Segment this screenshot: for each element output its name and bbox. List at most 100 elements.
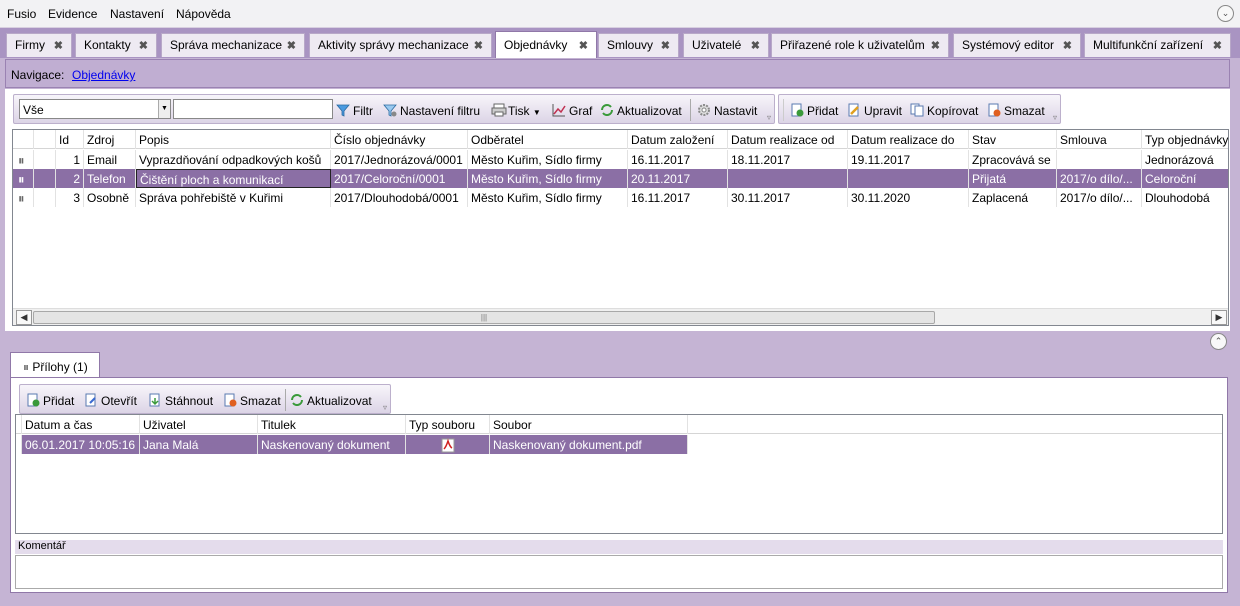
tab-aktivity-spravy-mechanizace[interactable]: Aktivity správy mechanizace ✖ <box>309 33 492 57</box>
header-datum-od[interactable]: Datum realizace od <box>728 130 848 149</box>
close-icon[interactable]: ✖ <box>751 39 760 52</box>
filter-select[interactable]: Vše ▼ <box>19 99 171 119</box>
edit-button[interactable]: Upravit <box>847 103 902 118</box>
header-datum-do[interactable]: Datum realizace do <box>848 130 969 149</box>
close-icon[interactable]: ✖ <box>931 39 940 52</box>
menu-nastaveni[interactable]: Nastavení <box>110 7 164 21</box>
toolbar-grip-icon[interactable]: ▿ <box>767 113 771 122</box>
header-id[interactable]: Id <box>56 130 84 149</box>
table-row[interactable]: ⏸ 3 Osobně Správa pohřebiště v Kuřimi 20… <box>13 188 1228 207</box>
add-document-icon <box>790 103 804 117</box>
attachment-download-button[interactable]: Stáhnout <box>148 393 213 408</box>
download-icon <box>148 393 162 407</box>
tab-label: Multifunkční zařízení <box>1093 38 1204 52</box>
copy-button[interactable]: Kopírovat <box>910 103 978 118</box>
chevron-down-icon[interactable]: ▼ <box>533 108 541 117</box>
scroll-right-icon[interactable]: ▶ <box>1211 310 1227 325</box>
tab-label: Uživatelé <box>692 38 742 52</box>
menu-fusio[interactable]: Fusio <box>7 7 36 21</box>
attachment-open-button[interactable]: Otevřít <box>84 393 137 408</box>
header-datum[interactable]: Datum a čas <box>22 415 140 434</box>
attachment-delete-button[interactable]: Smazat <box>223 393 281 408</box>
table-row-selected[interactable]: ⏸ 2 Telefon Čištění ploch a komunikací 2… <box>13 169 1228 188</box>
menu-evidence[interactable]: Evidence <box>48 7 97 21</box>
settings-label: Nastavit <box>714 104 758 118</box>
refresh-label: Aktualizovat <box>617 104 682 118</box>
chevron-down-icon[interactable]: ▼ <box>158 100 170 118</box>
tab-uzivatele[interactable]: Uživatelé ✖ <box>683 33 769 57</box>
attachment-add-button[interactable]: Přidat <box>26 393 74 408</box>
refresh-button[interactable]: Aktualizovat <box>600 103 682 118</box>
tab-label: Kontakty <box>84 38 131 52</box>
header-uzivatel[interactable]: Uživatel <box>140 415 258 434</box>
add-button[interactable]: Přidat <box>790 103 838 118</box>
header-titulek[interactable]: Titulek <box>258 415 406 434</box>
horizontal-scrollbar[interactable]: ◀ ||| ▶ <box>13 308 1228 325</box>
attachment-refresh-label: Aktualizovat <box>307 394 372 408</box>
scroll-thumb[interactable]: ||| <box>33 311 935 324</box>
header-zdroj[interactable]: Zdroj <box>84 130 136 149</box>
attachments-panel: Přidat Otevřít Stáhnout Smazat Aktualizo… <box>10 377 1228 593</box>
paperclip-icon: ⏸ <box>13 150 34 169</box>
header-smlouva[interactable]: Smlouva <box>1057 130 1142 149</box>
attachment-refresh-button[interactable]: Aktualizovat <box>290 393 372 408</box>
header-cislo[interactable]: Číslo objednávky <box>331 130 468 149</box>
tab-label: Firmy <box>15 38 45 52</box>
row-marker <box>34 169 56 188</box>
cell-odberatel: Město Kuřim, Sídlo firmy <box>468 169 628 188</box>
print-button[interactable]: Tisk ▼ <box>491 103 541 118</box>
funnel-icon <box>336 103 350 117</box>
header-typ-souboru[interactable]: Typ souboru <box>406 415 490 434</box>
tab-prirazene-role[interactable]: Přiřazené role k uživatelům ✖ <box>771 33 949 57</box>
tab-objednavky[interactable]: Objednávky ✖ <box>495 31 597 58</box>
scroll-left-icon[interactable]: ◀ <box>16 310 32 325</box>
close-icon[interactable]: ✖ <box>1063 39 1072 52</box>
header-stav[interactable]: Stav <box>969 130 1057 149</box>
filter-settings-button[interactable]: Nastavení filtru <box>383 103 480 118</box>
table-header: Id Zdroj Popis Číslo objednávky Odběrate… <box>13 130 1228 149</box>
tab-sprava-mechanizace[interactable]: Správa mechanizace ✖ <box>161 33 305 57</box>
header-soubor[interactable]: Soubor <box>490 415 688 434</box>
close-icon[interactable]: ✖ <box>661 39 670 52</box>
collapse-chevron-icon[interactable]: ⌄ <box>1217 5 1234 22</box>
tab-kontakty[interactable]: Kontakty ✖ <box>75 33 157 57</box>
toolbar-grip-icon[interactable]: ▿ <box>383 403 387 412</box>
close-icon[interactable]: ✖ <box>1213 39 1222 52</box>
tab-firmy[interactable]: Firmy ✖ <box>6 33 72 57</box>
close-icon[interactable]: ✖ <box>474 39 483 52</box>
search-input[interactable] <box>173 99 333 119</box>
header-odberatel[interactable]: Odběratel <box>468 130 628 149</box>
cell-id: 2 <box>56 169 84 188</box>
paperclip-icon: ⏸ <box>13 169 34 188</box>
close-icon[interactable]: ✖ <box>139 39 148 52</box>
close-icon[interactable]: ✖ <box>287 39 296 52</box>
delete-button[interactable]: Smazat <box>987 103 1045 118</box>
header-typ[interactable]: Typ objednávky <box>1142 130 1228 149</box>
table-row[interactable]: 06.01.2017 10:05:16 Jana Malá Naskenovan… <box>16 435 1222 454</box>
copy-label: Kopírovat <box>927 104 979 118</box>
header-datum-zalozeni[interactable]: Datum založení <box>628 130 728 149</box>
chevron-up-icon[interactable]: ⌃ <box>1210 333 1227 350</box>
gear-icon <box>697 103 711 117</box>
tab-systemovy-editor[interactable]: Systémový editor ✖ <box>953 33 1081 57</box>
close-icon[interactable]: ✖ <box>579 39 588 52</box>
table-row[interactable]: ⏸ 1 Email Vyprazdňování odpadkových košů… <box>13 150 1228 169</box>
toolbar-grip-icon[interactable]: ▿ <box>1053 113 1057 122</box>
chart-button[interactable]: Graf <box>552 103 592 118</box>
tab-smlouvy[interactable]: Smlouvy ✖ <box>598 33 679 57</box>
cell-do: 30.11.2020 <box>848 188 969 207</box>
breadcrumb-link[interactable]: Objednávky <box>72 68 135 82</box>
cell-typ: Celoroční <box>1142 169 1228 188</box>
document-tabs: Firmy ✖ Kontakty ✖ Správa mechanizace ✖ Akt… <box>0 28 1240 58</box>
header-popis[interactable]: Popis <box>136 130 331 149</box>
tab-multifunkcni-zarizeni[interactable]: Multifunkční zařízení ✖ <box>1084 33 1231 57</box>
filter-button[interactable]: Filtr <box>336 103 373 118</box>
comment-field[interactable] <box>15 555 1223 589</box>
settings-button[interactable]: Nastavit <box>697 103 757 118</box>
close-icon[interactable]: ✖ <box>54 39 63 52</box>
menu-napoveda[interactable]: Nápověda <box>176 7 231 21</box>
filter-label: Filtr <box>353 104 373 118</box>
chart-icon <box>552 103 566 117</box>
toolbar-separator <box>690 99 691 121</box>
tab-prilohy[interactable]: ⏸ Přílohy (1) <box>10 352 100 378</box>
